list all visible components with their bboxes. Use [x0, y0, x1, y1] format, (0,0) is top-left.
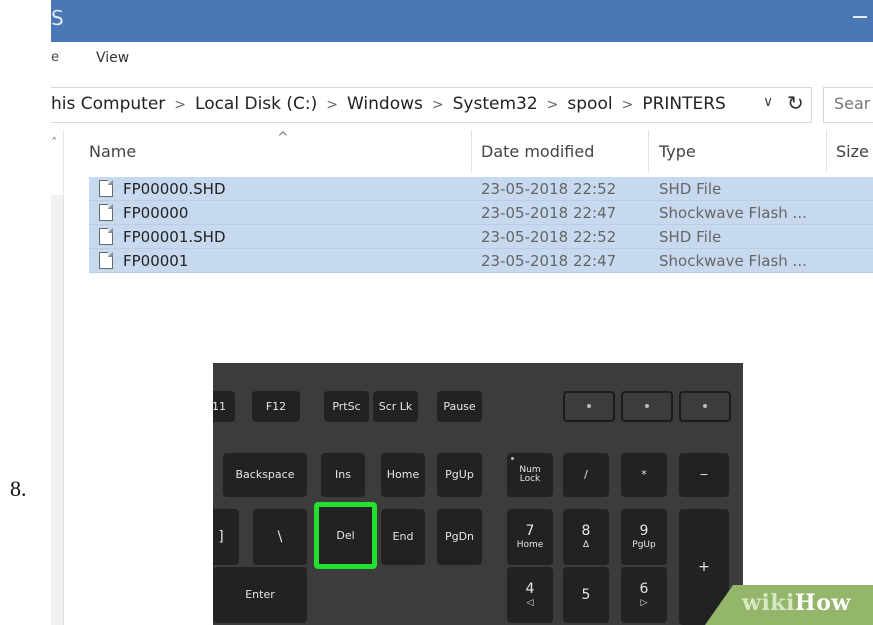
column-header-type[interactable]: Type [659, 142, 696, 161]
key-backslash[interactable]: \ [253, 509, 307, 565]
breadcrumb-local-disk[interactable]: Local Disk (C:) [195, 94, 317, 114]
key-num-multiply[interactable]: * [621, 453, 667, 497]
key-num-4-main: 4 [525, 580, 535, 597]
key-pause[interactable]: Pause [437, 391, 482, 422]
file-name: FP00000 [123, 204, 189, 222]
key-num-4[interactable]: 4 ◁ [507, 567, 553, 623]
key-num-minus[interactable]: − [679, 453, 729, 497]
chevron-right-icon: > [431, 97, 444, 113]
chevron-down-icon[interactable]: ∨ [763, 94, 773, 110]
key-enter[interactable]: Enter [213, 567, 307, 623]
column-divider[interactable] [826, 130, 827, 172]
chevron-right-icon: > [621, 97, 634, 113]
key-del[interactable]: Del [314, 502, 377, 569]
key-backspace[interactable]: Backspace [223, 453, 307, 497]
key-home[interactable]: Home [381, 453, 425, 497]
file-row[interactable]: FP00000 23-05-2018 22:47 Shockwave Flash… [89, 201, 873, 225]
column-divider[interactable] [648, 130, 649, 172]
search-box[interactable]: Sear [823, 87, 873, 123]
numlock-light [511, 457, 514, 460]
file-icon [99, 204, 113, 221]
wikihow-part2: How [794, 590, 851, 616]
file-icon [99, 180, 113, 197]
key-num-6-sub: ▷ [640, 597, 648, 608]
key-num-divide[interactable]: / [563, 453, 609, 497]
breadcrumb-spool[interactable]: spool [567, 94, 612, 114]
chevron-right-icon: > [326, 97, 338, 113]
key-num-8-main: 8 [581, 522, 591, 539]
chevron-right-icon: > [546, 97, 559, 113]
key-num-8[interactable]: 8 Δ [563, 509, 609, 565]
file-date: 23-05-2018 22:47 [481, 252, 617, 270]
key-num-4-sub: ◁ [526, 597, 534, 608]
key-end[interactable]: End [381, 509, 425, 565]
key-num-5[interactable]: 5 [563, 567, 609, 623]
file-name: FP00000.SHD [123, 180, 226, 198]
column-header-date[interactable]: Date modified [481, 142, 594, 161]
key-right-bracket[interactable]: ] [213, 509, 239, 565]
file-type: SHD File [659, 180, 722, 198]
ribbon-tab-view[interactable]: View [96, 50, 129, 66]
file-name: FP00001 [123, 252, 189, 270]
key-pgup[interactable]: PgUp [437, 453, 482, 497]
chevron-right-icon: > [174, 97, 187, 113]
key-f12[interactable]: F12 [252, 391, 300, 422]
file-row[interactable]: FP00000.SHD 23-05-2018 22:52 SHD File [89, 177, 873, 201]
breadcrumb-system32[interactable]: System32 [453, 94, 538, 114]
column-header-name[interactable]: Name [89, 142, 136, 161]
key-num-7[interactable]: 7 Home [507, 509, 553, 565]
key-num-6[interactable]: 6 ▷ [621, 567, 667, 623]
breadcrumb-printers[interactable]: PRINTERS [642, 94, 726, 114]
file-type: Shockwave Flash ... [659, 252, 807, 270]
file-type: SHD File [659, 228, 722, 246]
search-placeholder: Sear [834, 94, 871, 113]
file-type: Shockwave Flash ... [659, 204, 807, 222]
column-headers: ^ Name Date modified Type Size [51, 130, 873, 172]
sort-ascending-icon: ^ [277, 130, 289, 146]
file-row[interactable]: FP00001.SHD 23-05-2018 22:52 SHD File [89, 225, 873, 249]
file-icon [99, 228, 113, 245]
key-pgdn[interactable]: PgDn [437, 509, 482, 565]
key-num-7-main: 7 [525, 522, 535, 539]
file-row[interactable]: FP00001 23-05-2018 22:47 Shockwave Flash… [89, 249, 873, 273]
key-numlock-line2: Lock [519, 474, 541, 484]
key-f11[interactable]: 11 [213, 391, 235, 422]
key-num-9-main: 9 [639, 522, 649, 539]
file-icon [99, 252, 113, 269]
column-header-size[interactable]: Size [836, 142, 869, 161]
key-prtsc[interactable]: PrtSc [324, 391, 369, 422]
refresh-icon[interactable]: ↻ [787, 91, 804, 115]
led-indicator-scroll [679, 391, 731, 422]
file-date: 23-05-2018 22:52 [481, 228, 617, 246]
navpane-scrollbar[interactable] [51, 195, 64, 625]
file-name: FP00001.SHD [123, 228, 226, 246]
wikihow-watermark: wikiHow [742, 590, 851, 616]
led-indicator-num [563, 391, 615, 422]
column-divider[interactable] [471, 130, 472, 172]
file-date: 23-05-2018 22:47 [481, 204, 617, 222]
key-num-5-main: 5 [581, 586, 591, 603]
breadcrumb-windows[interactable]: Windows [347, 94, 423, 114]
file-date: 23-05-2018 22:52 [481, 180, 617, 198]
key-num-6-main: 6 [639, 580, 649, 597]
wikihow-part1: wiki [742, 590, 795, 616]
ribbon-tab-file[interactable]: e [51, 50, 59, 65]
key-scrlk[interactable]: Scr Lk [373, 391, 418, 422]
key-num-9-sub: PgUp [632, 539, 656, 550]
led-indicator-caps [621, 391, 673, 422]
key-ins[interactable]: Ins [321, 453, 365, 497]
keyboard: 11 F12 PrtSc Scr Lk Pause Backspace Ins … [213, 363, 743, 625]
key-num-7-sub: Home [516, 539, 544, 550]
title-bar: S [51, 0, 873, 42]
file-list: FP00000.SHD 23-05-2018 22:52 SHD File FP… [89, 177, 873, 273]
step-number: 8. [10, 476, 27, 501]
window-title: S [51, 6, 64, 30]
breadcrumb-this-computer[interactable]: his Computer [51, 94, 165, 114]
breadcrumb: his Computer > Local Disk (C:) > Windows > Sys… [51, 94, 726, 114]
key-numlock[interactable]: Num Lock [507, 453, 553, 497]
address-bar[interactable]: his Computer > Local Disk (C:) > Windows > Sys… [51, 87, 812, 123]
key-num-8-sub: Δ [582, 539, 590, 550]
key-num-9[interactable]: 9 PgUp [621, 509, 667, 565]
minimize-button[interactable] [853, 16, 867, 18]
